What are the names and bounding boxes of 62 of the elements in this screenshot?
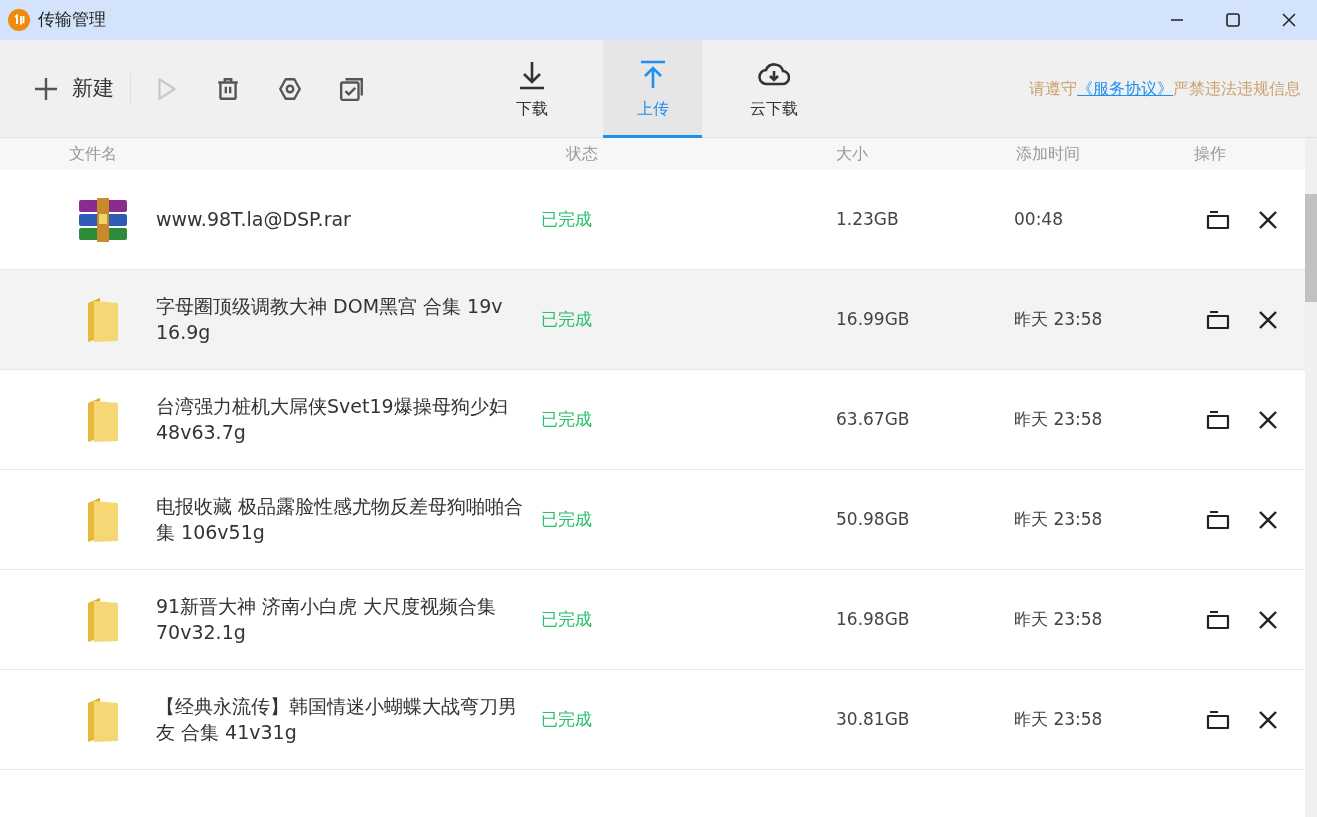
notice-text: 请遵守《服务协议》严禁违法违规信息	[1029, 77, 1301, 100]
checkbox-stack-icon	[339, 75, 365, 102]
tab[interactable]: 云下载	[724, 39, 823, 138]
file-name: 字母圈顶级调教大神 DOM黑宫 合集 19v 16.9g	[155, 293, 504, 345]
folder-icon	[1206, 408, 1230, 431]
window-title: 传输管理	[38, 8, 106, 32]
actions-column-header: 操作	[1194, 144, 1226, 163]
folder-icon	[1206, 308, 1230, 331]
close-icon	[1258, 609, 1278, 630]
status-text: 已完成	[541, 207, 593, 231]
file-size: 16.99GB	[836, 307, 911, 331]
folder-icon	[85, 296, 120, 343]
status-text: 已完成	[541, 307, 593, 331]
maximize-icon	[1226, 13, 1240, 27]
added-time: 昨天 23:58	[1014, 507, 1104, 531]
close-icon	[1282, 13, 1296, 27]
status-text: 已完成	[541, 607, 593, 631]
scrollbar[interactable]	[1305, 138, 1317, 817]
tab[interactable]: 下载	[482, 39, 581, 138]
folder-icon	[85, 396, 120, 443]
file-name: 【经典永流传】韩国情迷小蝴蝶大战弯刀男友 合集 41v31g	[155, 693, 518, 745]
scrollbar-thumb[interactable]	[1305, 194, 1317, 302]
app-logo-icon	[8, 9, 30, 31]
status-text: 已完成	[541, 507, 593, 531]
gear-icon	[277, 75, 303, 102]
close-icon	[1258, 209, 1278, 230]
folder-icon	[85, 596, 120, 643]
file-size: 63.67GB	[836, 407, 911, 431]
name-column-header: 文件名	[69, 144, 117, 163]
file-name: 电报收藏 极品露脸性感尤物反差母狗啪啪合集 106v51g	[155, 493, 525, 545]
archive-icon	[77, 197, 128, 242]
folder-icon	[1206, 508, 1230, 531]
file-size: 30.81GB	[836, 707, 911, 731]
folder-icon	[1206, 708, 1230, 731]
close-icon	[1258, 409, 1278, 430]
status-column-header: 状态	[566, 144, 598, 163]
folder-icon	[85, 496, 120, 543]
size-column-header: 大小	[836, 144, 868, 163]
folder-icon	[1206, 208, 1230, 231]
plus-icon	[34, 76, 58, 101]
close-icon	[1258, 509, 1278, 530]
table-row[interactable]: 字母圈顶级调教大神 DOM黑宫 合集 19v 16.9g 已完成 16.99GB 昨天 23:58	[0, 270, 1305, 370]
added-time: 00:48	[1014, 207, 1064, 231]
file-size: 1.23GB	[836, 207, 900, 231]
close-icon	[1258, 309, 1278, 330]
file-size: 16.98GB	[836, 607, 911, 631]
file-name: 91新晋大神 济南小白虎 大尺度视频合集 70v32.1g	[155, 593, 498, 645]
folder-icon	[1206, 608, 1230, 631]
trash-icon	[215, 75, 241, 102]
folder-icon	[85, 696, 120, 743]
status-text: 已完成	[541, 707, 593, 731]
time-column-header: 添加时间	[1016, 144, 1080, 163]
added-time: 昨天 23:58	[1014, 307, 1104, 331]
new-button[interactable]: 新建	[34, 72, 114, 105]
added-time: 昨天 23:58	[1014, 407, 1104, 431]
added-time: 昨天 23:58	[1014, 607, 1104, 631]
added-time: 昨天 23:58	[1014, 707, 1104, 731]
file-name: 台湾强力桩机大屌侠Svet19爆操母狗少妇 48v63.7g	[155, 393, 509, 445]
status-text: 已完成	[541, 407, 593, 431]
file-name: www.98T.la@DSP.rar	[155, 206, 352, 232]
file-size: 50.98GB	[836, 507, 911, 531]
close-icon	[1258, 709, 1278, 730]
